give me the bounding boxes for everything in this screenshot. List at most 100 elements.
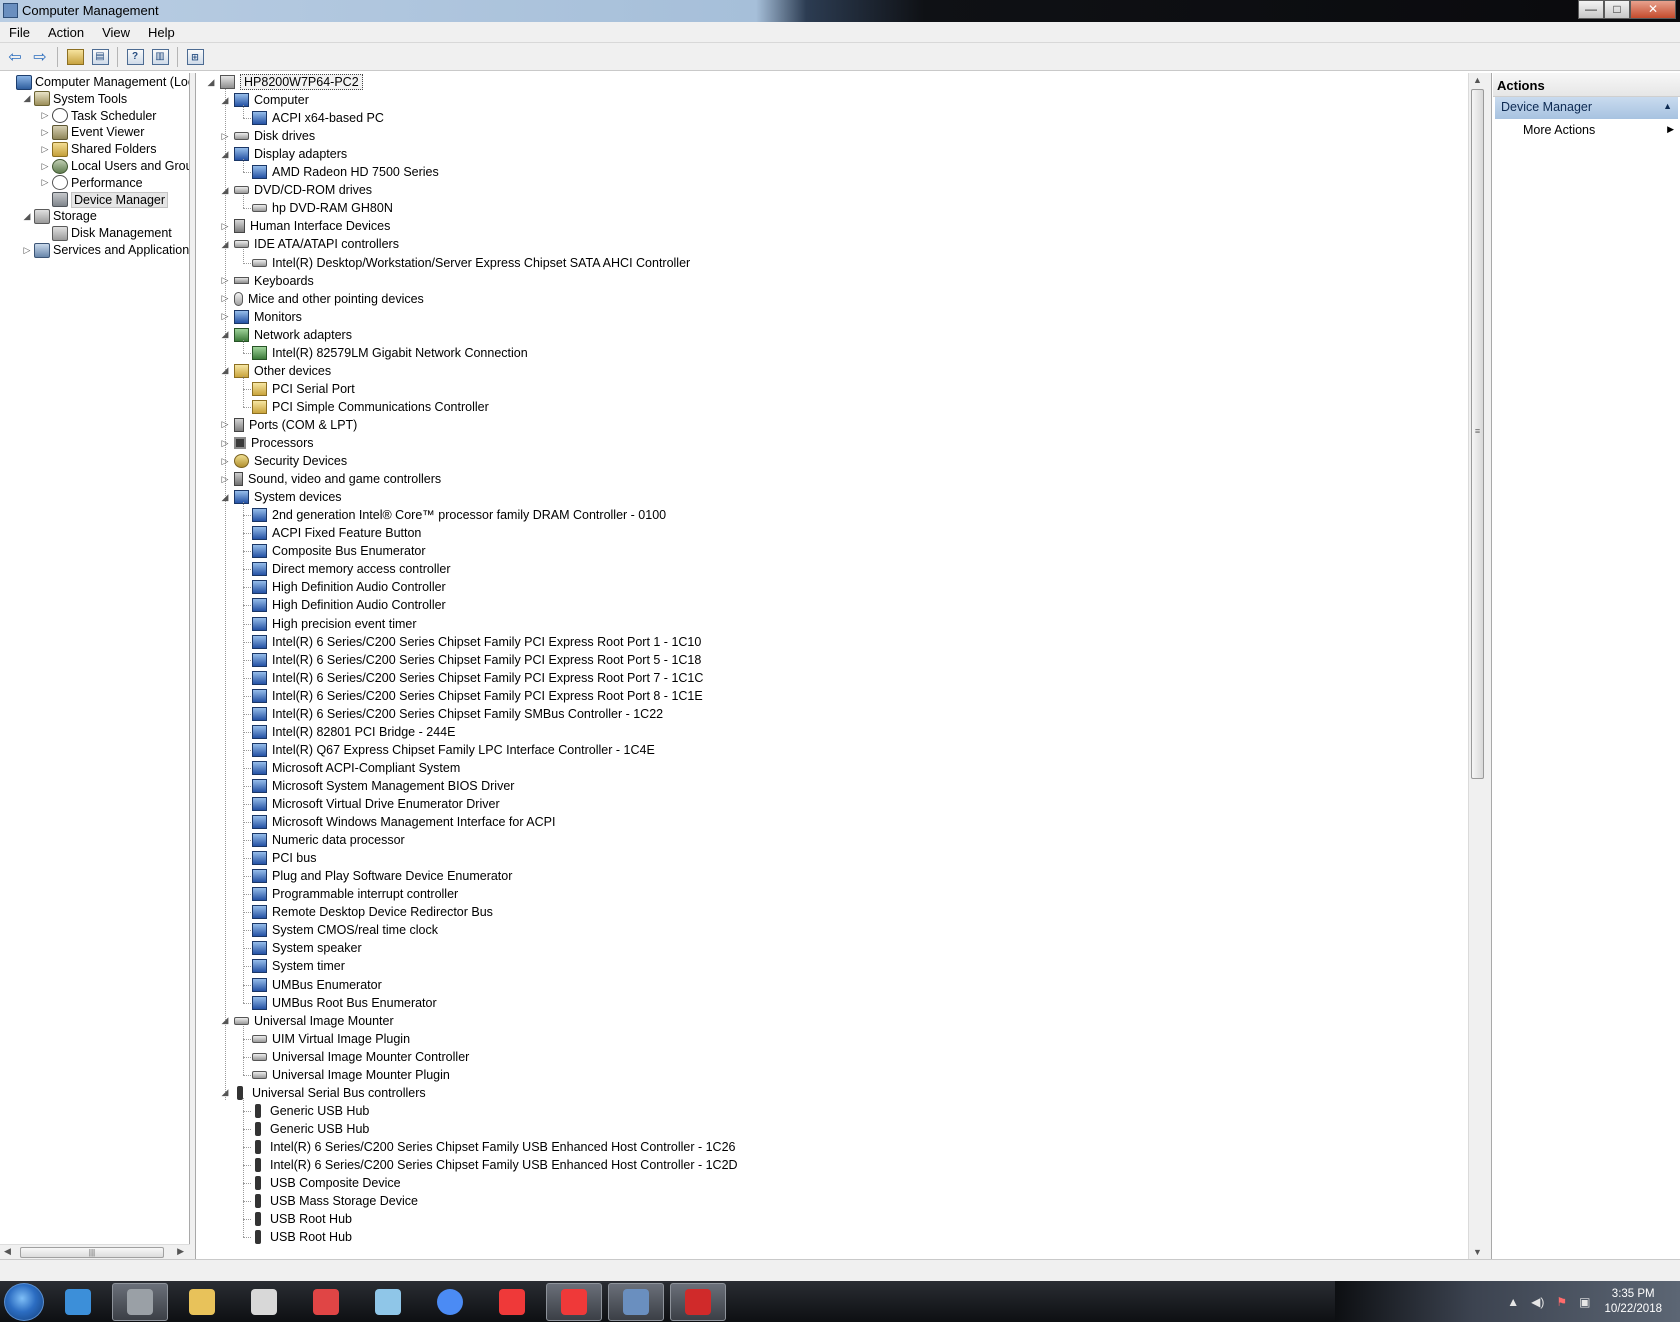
- collapse-arrow-icon[interactable]: ◢: [219, 365, 231, 376]
- console-tree-item[interactable]: Computer Management (Local: [4, 73, 189, 91]
- forward-arrow-icon[interactable]: ⇨: [29, 46, 51, 68]
- expand-arrow-icon[interactable]: ▷: [219, 311, 231, 322]
- device-item[interactable]: Intel(R) 6 Series/C200 Series Chipset Fa…: [237, 687, 703, 705]
- device-item[interactable]: High Definition Audio Controller: [237, 596, 446, 614]
- scrollbar-thumb[interactable]: ≡: [1471, 89, 1484, 779]
- device-item[interactable]: Intel(R) Desktop/Workstation/Server Expr…: [237, 254, 690, 272]
- device-item[interactable]: Microsoft ACPI-Compliant System: [237, 759, 460, 777]
- expand-arrow-icon[interactable]: ▷: [219, 275, 231, 286]
- device-category[interactable]: ◢ Network adapters: [219, 326, 352, 344]
- expand-arrow-icon[interactable]: ▷: [219, 456, 231, 467]
- pane-splitter[interactable]: [190, 73, 196, 1259]
- device-tree-vertical-scrollbar[interactable]: ▲ ≡ ▼: [1468, 73, 1485, 1259]
- device-item[interactable]: Intel(R) 6 Series/C200 Series Chipset Fa…: [237, 651, 701, 669]
- device-item[interactable]: Intel(R) 6 Series/C200 Series Chipset Fa…: [237, 633, 701, 651]
- device-item[interactable]: Universal Image Mounter Controller: [237, 1048, 469, 1066]
- device-item[interactable]: hp DVD-RAM GH80N: [237, 199, 393, 217]
- device-tree-root[interactable]: ◢ HP8200W7P64-PC2: [205, 73, 363, 91]
- help-icon[interactable]: ?: [124, 46, 146, 68]
- scroll-right-arrow-icon[interactable]: ▶: [177, 1246, 184, 1257]
- collapse-arrow-icon[interactable]: ◢: [219, 492, 231, 503]
- collapse-arrow-icon[interactable]: ◢: [219, 185, 231, 196]
- device-item[interactable]: PCI Simple Communications Controller: [237, 398, 489, 416]
- device-item[interactable]: Intel(R) 6 Series/C200 Series Chipset Fa…: [237, 705, 663, 723]
- device-item[interactable]: UMBus Enumerator: [237, 976, 382, 994]
- device-item[interactable]: Intel(R) 6 Series/C200 Series Chipset Fa…: [237, 669, 703, 687]
- device-item[interactable]: UIM Virtual Image Plugin: [237, 1030, 410, 1048]
- taskbar-button[interactable]: [236, 1283, 292, 1321]
- start-button[interactable]: [4, 1282, 44, 1321]
- menu-action[interactable]: Action: [39, 25, 93, 40]
- taskbar-button[interactable]: [298, 1283, 354, 1321]
- collapse-arrow-icon[interactable]: ◢: [219, 1087, 231, 1098]
- collapse-arrow-icon[interactable]: ◢: [22, 211, 32, 222]
- device-item[interactable]: 2nd generation Intel® Core™ processor fa…: [237, 506, 666, 524]
- expand-arrow-icon[interactable]: ▷: [22, 245, 32, 256]
- menu-file[interactable]: File: [0, 25, 39, 40]
- close-button[interactable]: ✕: [1630, 0, 1676, 19]
- collapse-arrow-icon[interactable]: ◢: [22, 93, 32, 104]
- volume-icon[interactable]: ◀): [1531, 1295, 1544, 1309]
- device-item[interactable]: High Definition Audio Controller: [237, 578, 446, 596]
- actions-section-device-manager[interactable]: Device Manager ▲: [1495, 97, 1678, 119]
- device-item[interactable]: UMBus Root Bus Enumerator: [237, 994, 437, 1012]
- collapse-arrow-icon[interactable]: ◢: [219, 1015, 231, 1026]
- device-category[interactable]: ▷ Monitors: [219, 308, 302, 326]
- device-item[interactable]: ACPI Fixed Feature Button: [237, 524, 421, 542]
- scroll-down-arrow-icon[interactable]: ▼: [1473, 1247, 1482, 1257]
- menu-view[interactable]: View: [93, 25, 139, 40]
- show-hide-action-pane-icon[interactable]: ▥: [149, 46, 171, 68]
- device-category[interactable]: ◢ DVD/CD-ROM drives: [219, 181, 373, 199]
- device-item[interactable]: Microsoft Windows Management Interface f…: [237, 813, 555, 831]
- console-tree-item[interactable]: Device Manager: [40, 191, 169, 209]
- device-item[interactable]: Numeric data processor: [237, 831, 405, 849]
- collapse-arrow-icon[interactable]: ◢: [219, 239, 231, 250]
- action-center-icon[interactable]: ⚑: [1556, 1295, 1567, 1309]
- expand-arrow-icon[interactable]: ▷: [219, 293, 231, 304]
- collapse-arrow-icon[interactable]: ◢: [219, 329, 231, 340]
- expand-arrow-icon[interactable]: ▷: [40, 177, 50, 188]
- minimize-button[interactable]: —: [1578, 0, 1604, 19]
- device-item[interactable]: USB Root Hub: [237, 1228, 352, 1246]
- device-item[interactable]: Generic USB Hub: [237, 1102, 369, 1120]
- taskbar-button[interactable]: [422, 1283, 478, 1321]
- device-category[interactable]: ▷ Processors: [219, 434, 314, 452]
- collapse-arrow-icon[interactable]: ◢: [205, 77, 217, 88]
- device-item[interactable]: Remote Desktop Device Redirector Bus: [237, 903, 493, 921]
- console-tree-item[interactable]: Disk Management: [40, 224, 172, 242]
- expand-arrow-icon[interactable]: ▷: [219, 438, 231, 449]
- device-item[interactable]: Intel(R) 82579LM Gigabit Network Connect…: [237, 344, 528, 362]
- device-item[interactable]: USB Composite Device: [237, 1174, 401, 1192]
- device-item[interactable]: Microsoft System Management BIOS Driver: [237, 777, 514, 795]
- taskbar-button[interactable]: [608, 1282, 664, 1321]
- device-category[interactable]: ◢ Computer: [219, 91, 309, 109]
- console-tree-item[interactable]: ▷ Event Viewer: [40, 123, 144, 141]
- taskbar-button[interactable]: [174, 1283, 230, 1321]
- network-icon[interactable]: ▣: [1579, 1295, 1590, 1309]
- device-item[interactable]: Intel(R) 82801 PCI Bridge - 244E: [237, 723, 455, 741]
- console-tree-item[interactable]: ▷ Shared Folders: [40, 140, 156, 158]
- taskbar-button[interactable]: [670, 1282, 726, 1321]
- device-category[interactable]: ◢ Other devices: [219, 362, 331, 380]
- device-item[interactable]: USB Root Hub: [237, 1210, 352, 1228]
- console-tree-item[interactable]: ▷ Local Users and Groups: [40, 157, 189, 175]
- taskbar-button[interactable]: [112, 1282, 168, 1321]
- scroll-left-arrow-icon[interactable]: ◀: [4, 1246, 11, 1257]
- expand-arrow-icon[interactable]: ▷: [40, 144, 50, 155]
- device-item[interactable]: System CMOS/real time clock: [237, 921, 438, 939]
- scan-hardware-icon[interactable]: ⊞: [184, 46, 206, 68]
- device-category[interactable]: ◢ System devices: [219, 488, 342, 506]
- device-category[interactable]: ▷ Security Devices: [219, 452, 347, 470]
- device-category[interactable]: ▷ Sound, video and game controllers: [219, 470, 441, 488]
- device-item[interactable]: Plug and Play Software Device Enumerator: [237, 867, 512, 885]
- device-category[interactable]: ◢ Universal Image Mounter: [219, 1012, 394, 1030]
- up-folder-icon[interactable]: [64, 46, 86, 68]
- device-category[interactable]: ▷ Disk drives: [219, 127, 316, 145]
- scroll-up-arrow-icon[interactable]: ▲: [1473, 75, 1482, 85]
- taskbar-button[interactable]: [484, 1283, 540, 1321]
- device-category[interactable]: ◢ Display adapters: [219, 145, 347, 163]
- device-item[interactable]: Universal Image Mounter Plugin: [237, 1066, 450, 1084]
- console-tree-item[interactable]: ▷ Performance: [40, 174, 143, 192]
- console-tree-item[interactable]: ▷ Services and Applications: [22, 241, 189, 259]
- device-item[interactable]: ACPI x64-based PC: [237, 109, 384, 127]
